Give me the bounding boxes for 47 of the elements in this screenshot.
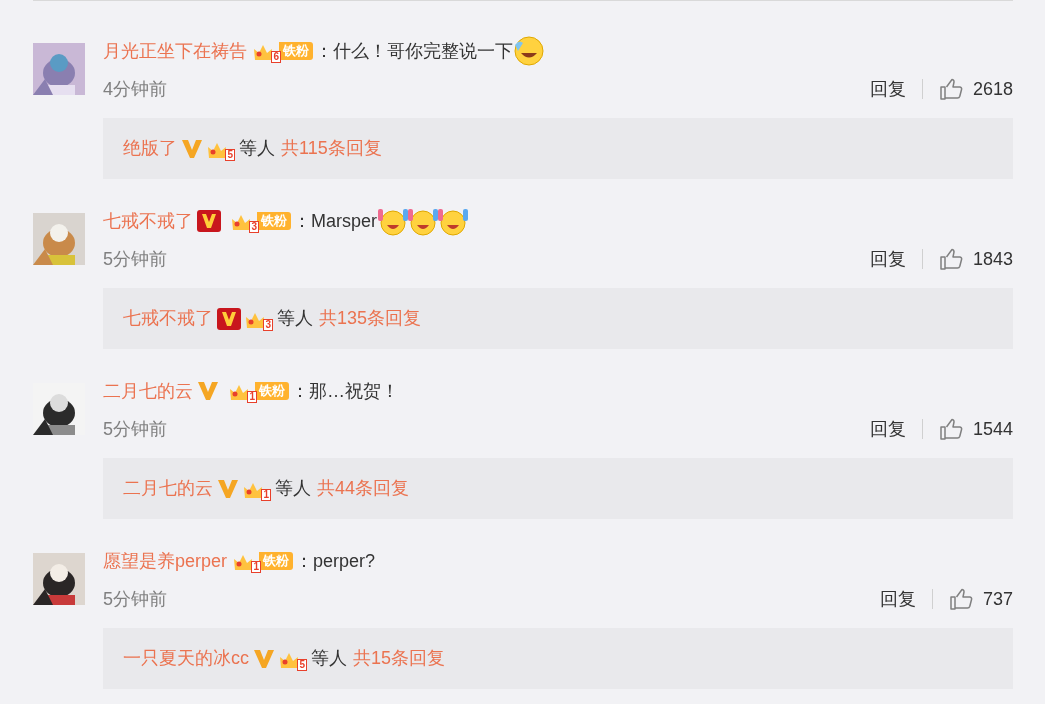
comment-text: Marsper (311, 209, 377, 233)
timestamp: 5分钟前 (103, 587, 167, 611)
verified-icon (253, 648, 275, 669)
comment-text: 那…祝贺！ (309, 379, 399, 403)
level-number: 5 (225, 148, 235, 161)
reply-suffix: 等人 (239, 137, 275, 160)
verified-icon (217, 307, 241, 330)
reply-suffix: 等人 (277, 307, 313, 330)
colon: ： (293, 209, 311, 233)
reply-link[interactable]: 回复 (869, 75, 906, 103)
verified-icon (197, 381, 219, 401)
reply-link[interactable]: 回复 (869, 415, 906, 443)
crown-icon (229, 383, 249, 403)
comment-text: perper? (313, 549, 376, 573)
reply-link[interactable]: 回复 (869, 245, 906, 273)
like-button[interactable]: 1544 (938, 415, 1013, 443)
verified-icon (217, 478, 239, 499)
like-button[interactable]: 737 (948, 585, 1013, 613)
timestamp: 5分钟前 (103, 417, 167, 441)
crown-icon (233, 553, 254, 573)
reply-link[interactable]: 回复 (879, 585, 916, 613)
colon: ： (291, 379, 309, 403)
timestamp: 4分钟前 (103, 77, 167, 101)
fan-badge: 铁粉 (259, 552, 294, 570)
emoji-icon (513, 35, 545, 67)
colon: ： (295, 549, 314, 573)
level-number: 1 (261, 488, 271, 501)
comment-text: 什么！哥你完整说一下 (333, 39, 513, 63)
crown-icon (253, 43, 273, 63)
reply-suffix: 等人 (311, 647, 347, 670)
fan-badge: 铁粉 (255, 382, 289, 400)
timestamp: 5分钟前 (103, 247, 167, 271)
thumbs-up-icon (938, 248, 963, 270)
like-button[interactable]: 1843 (938, 245, 1013, 273)
thumbs-up-icon (938, 78, 963, 100)
fan-badge: 铁粉 (257, 212, 291, 230)
crown-icon (231, 213, 251, 233)
verified-icon (181, 138, 203, 159)
level-number: 3 (263, 318, 273, 331)
like-button[interactable]: 2618 (938, 75, 1013, 103)
thumbs-up-icon (948, 588, 973, 610)
fan-badge: 铁粉 (279, 42, 313, 60)
verified-icon (197, 210, 221, 232)
colon: ： (315, 39, 333, 63)
reply-suffix: 等人 (275, 477, 311, 500)
thumbs-up-icon (938, 418, 963, 440)
level-number: 5 (297, 658, 307, 671)
